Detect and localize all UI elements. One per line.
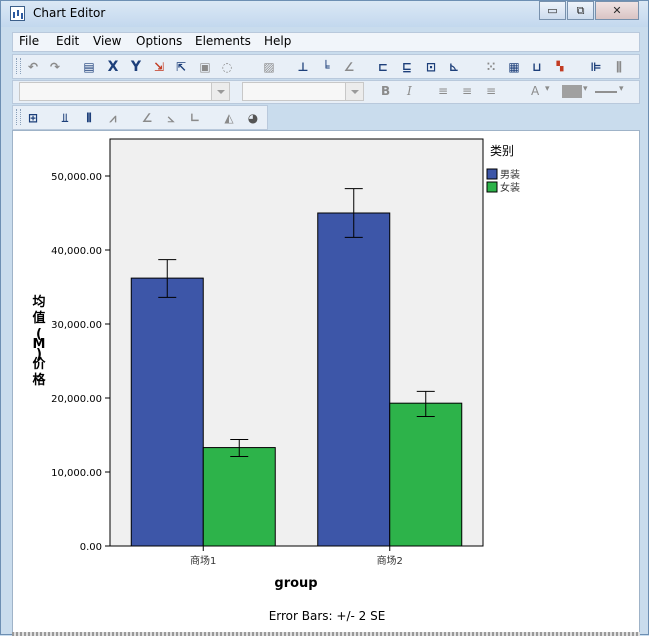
fit-icon[interactable]: ⦣ — [163, 110, 179, 126]
table-icon[interactable]: ▦ — [506, 59, 522, 75]
rescale-icon[interactable]: ⇲ — [151, 59, 167, 75]
interpolate-icon[interactable]: ∟ — [187, 110, 203, 126]
y-tick-label: 20,000.00 — [51, 394, 102, 405]
line-style-icon[interactable] — [595, 91, 617, 93]
y-axis-icon[interactable]: Y — [128, 59, 144, 75]
annotation-icon[interactable]: ⊏ — [375, 59, 391, 75]
chevron-down-icon[interactable] — [211, 83, 229, 100]
bar-chart-icon[interactable]: ⫫ — [57, 110, 73, 126]
y-tick-label: 0.00 — [80, 542, 102, 553]
legend-label-female[interactable]: 女装 — [500, 181, 520, 194]
redo-icon[interactable]: ↷ — [47, 59, 63, 75]
restore-button[interactable]: ⧉ — [567, 1, 594, 20]
restore-icon: ⧉ — [576, 4, 585, 17]
toolbar-grip[interactable] — [16, 109, 21, 125]
x-tick-label: 商场2 — [377, 554, 403, 567]
fill-color-icon[interactable] — [562, 85, 582, 98]
text-color-button[interactable]: A — [531, 84, 539, 98]
menu-file[interactable]: File — [19, 34, 39, 48]
line-chart-icon[interactable]: ⩘ — [105, 110, 121, 126]
y-tick-label: 10,000.00 — [51, 468, 102, 479]
zoom-icon[interactable]: ▨ — [261, 59, 277, 75]
more-icon[interactable]: ⫼ — [611, 59, 627, 75]
lasso-icon[interactable]: ◌ — [219, 59, 235, 75]
menu-elements[interactable]: Elements — [195, 34, 251, 48]
menu-view[interactable]: View — [93, 34, 121, 48]
chart-editor-window: Chart Editor ▭ ⧉ ✕ File Edit View Option… — [0, 0, 649, 636]
scatter-icon[interactable]: ∠ — [139, 110, 155, 126]
bar-female-1[interactable] — [202, 447, 276, 547]
legend-label-male[interactable]: 男装 — [500, 168, 520, 181]
bar-reference-icon[interactable]: ⊥ — [295, 59, 311, 75]
grid-icon[interactable]: ⁙ — [483, 59, 499, 75]
status-strip — [12, 632, 640, 636]
y-axis-label[interactable]: 均值(M)价格 — [32, 294, 46, 388]
legend-swatch-female — [486, 181, 498, 193]
legend-icon[interactable]: ⊫ — [588, 59, 604, 75]
x-axis-label[interactable]: group — [274, 576, 317, 591]
legend-title[interactable]: 类别 — [490, 144, 514, 158]
undo-icon[interactable]: ↶ — [25, 59, 41, 75]
clustered-bar-icon[interactable]: ⫴ — [81, 110, 97, 126]
toolbar-grip[interactable] — [16, 58, 21, 74]
chevron-down-icon[interactable] — [345, 83, 363, 100]
chart-type-toolbar: ⊞ ⫫ ⫴ ⩘ ∠ ⦣ ∟ ◭ ◕ — [12, 105, 268, 130]
bar-male-2[interactable] — [317, 212, 391, 547]
align-center-icon[interactable]: ≡ — [462, 84, 472, 98]
x-axis-icon[interactable]: X — [105, 59, 121, 75]
close-button[interactable]: ✕ — [595, 1, 639, 20]
legend-swatch-male — [486, 168, 498, 180]
window-title: Chart Editor — [33, 6, 106, 20]
menu-bar: File Edit View Options Elements Help — [12, 32, 640, 52]
align-right-icon[interactable]: ≡ — [486, 84, 496, 98]
area-icon[interactable]: ◭ — [221, 110, 237, 126]
y-tick-label: 30,000.00 — [51, 320, 102, 331]
transpose-icon[interactable]: ⇱ — [173, 59, 189, 75]
select-icon[interactable]: ⊞ — [25, 110, 41, 126]
menu-options[interactable]: Options — [136, 34, 182, 48]
fit-line-icon[interactable]: ∠ — [341, 59, 357, 75]
x-tick-label: 商场1 — [190, 554, 216, 567]
close-icon: ✕ — [612, 4, 622, 17]
main-toolbar: ↶ ↷ ▤ X Y ⇲ ⇱ ▣ ◌ ▨ ⊥ ╘ ∠ ⊏ ⊑ ⊡ ⊾ ⁙ ▦ ⊔ … — [12, 54, 640, 79]
minimize-icon: ▭ — [547, 4, 558, 17]
menu-help[interactable]: Help — [264, 34, 291, 48]
y-tick-label: 50,000.00 — [51, 172, 102, 183]
error-bar-icon[interactable]: ⊔ — [529, 59, 545, 75]
line-style-dropdown-icon[interactable]: ▾ — [619, 84, 624, 94]
bar-female-2[interactable] — [389, 402, 463, 547]
text-color-dropdown-icon[interactable]: ▾ — [545, 84, 550, 94]
font-size-select[interactable] — [242, 82, 364, 101]
chart-canvas[interactable]: 0.00 10,000.00 20,000.00 30,000.00 40,000.00… — [12, 130, 640, 633]
data-label-icon[interactable]: ▚ — [552, 59, 568, 75]
error-bars-footnote[interactable]: Error Bars: +/- 2 SE — [269, 609, 386, 623]
menu-edit[interactable]: Edit — [56, 34, 79, 48]
y-tick-label: 40,000.00 — [51, 246, 102, 257]
bar-chart[interactable]: 0.00 10,000.00 20,000.00 30,000.00 40,000.00… — [13, 131, 639, 632]
properties-icon[interactable]: ▤ — [81, 59, 97, 75]
align-left-icon[interactable]: ≡ — [438, 84, 448, 98]
reference-line-icon[interactable]: ╘ — [318, 59, 334, 75]
font-family-select[interactable] — [19, 82, 230, 101]
italic-button[interactable]: I — [407, 84, 412, 98]
footnote-icon[interactable]: ⊡ — [423, 59, 439, 75]
title-icon[interactable]: ⊾ — [446, 59, 462, 75]
pie-icon[interactable]: ◕ — [245, 110, 261, 126]
bar-male-1[interactable] — [130, 277, 204, 547]
title-bar[interactable]: Chart Editor ▭ ⧉ ✕ — [1, 1, 648, 27]
fill-color-dropdown-icon[interactable]: ▾ — [583, 84, 588, 94]
bold-button[interactable]: B — [381, 84, 390, 98]
chart-editor-app-icon — [10, 6, 25, 21]
textbox-icon[interactable]: ⊑ — [399, 59, 415, 75]
minimize-button[interactable]: ▭ — [539, 1, 566, 20]
rotate-icon[interactable]: ▣ — [197, 59, 213, 75]
